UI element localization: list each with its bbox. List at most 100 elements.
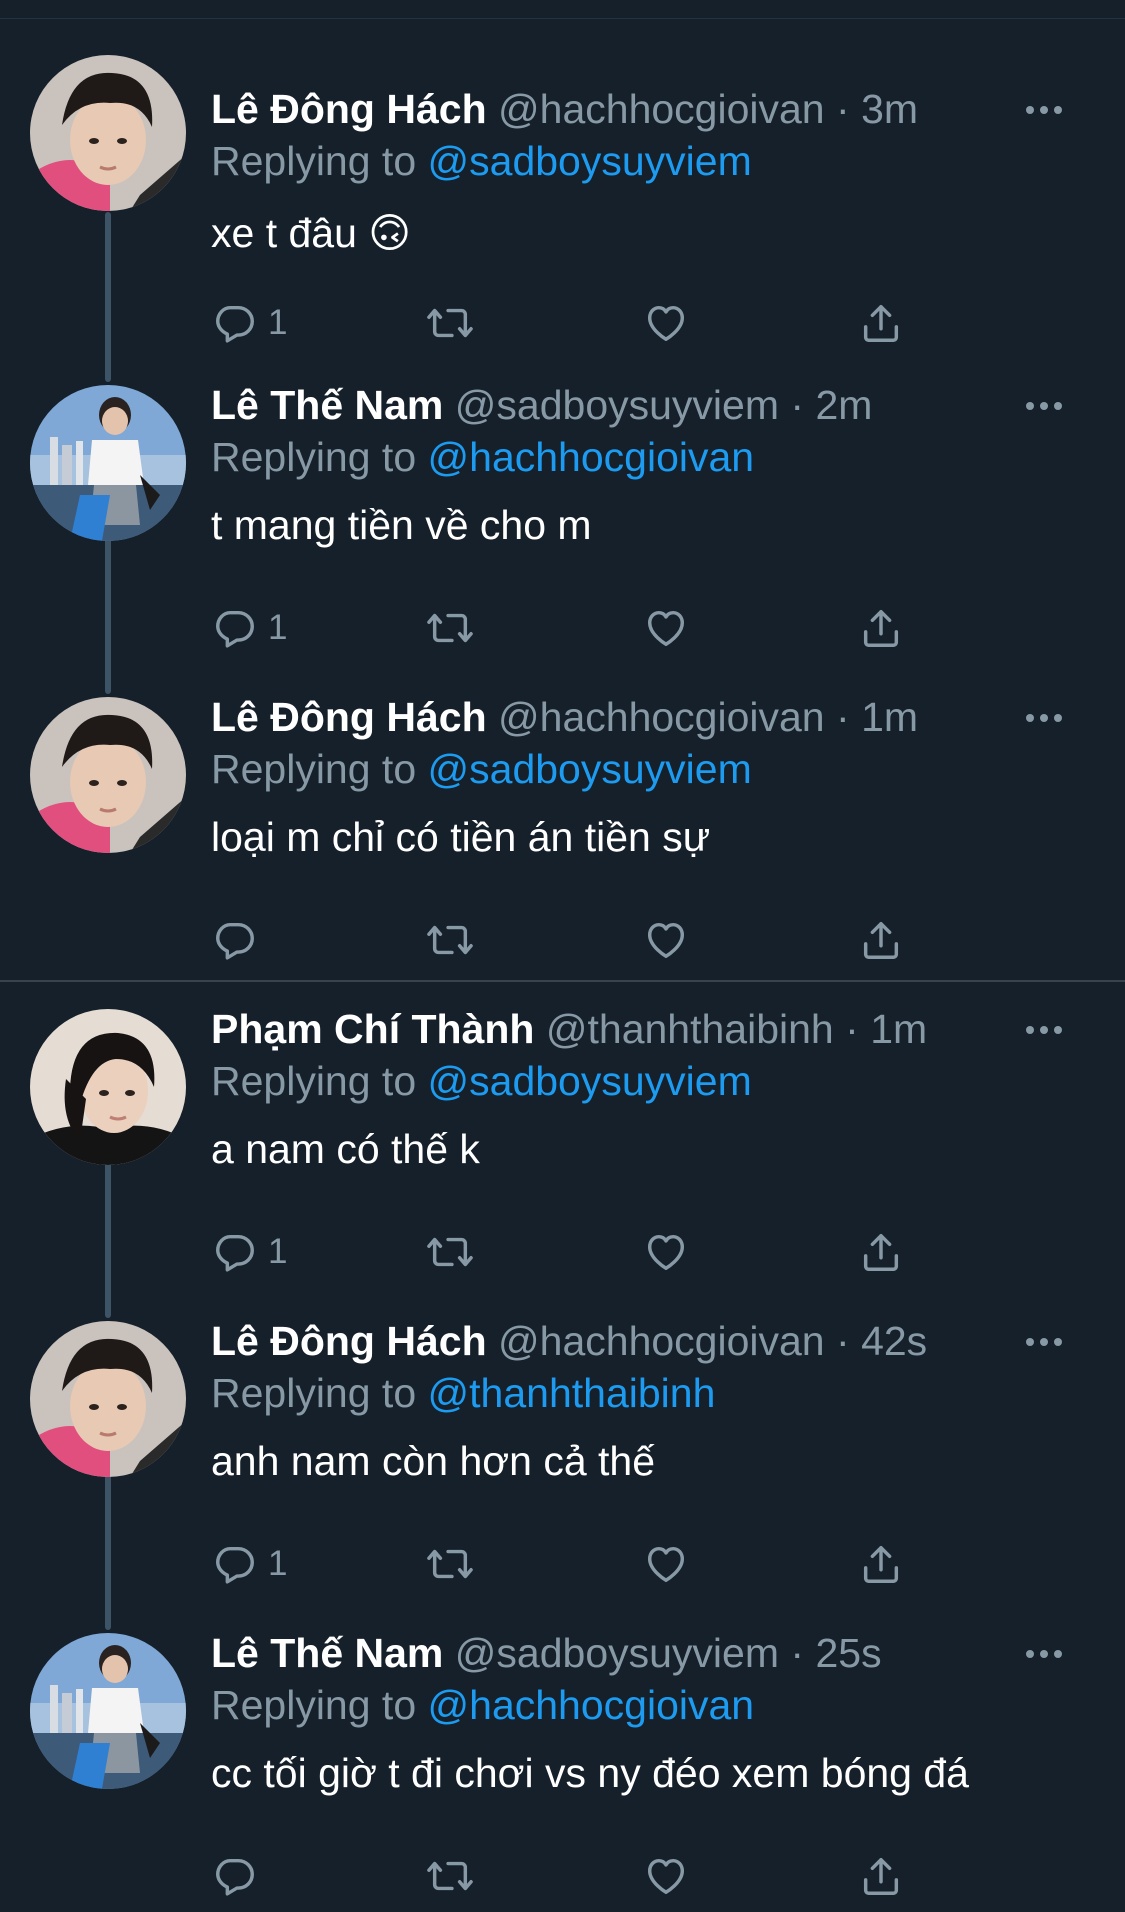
- timestamp[interactable]: 1m: [870, 1006, 927, 1052]
- more-horizontal-icon[interactable]: [1024, 1020, 1064, 1040]
- timestamp[interactable]: 3m: [861, 86, 918, 132]
- user-handle[interactable]: @hachhocgioivan: [498, 694, 825, 740]
- retweet-icon: [427, 613, 473, 643]
- tweet[interactable]: Lê Đông Hách @hachhocgioivan · 42s Reply…: [0, 1288, 1125, 1600]
- share-button[interactable]: [858, 912, 904, 968]
- display-name[interactable]: Lê Thế Nam: [211, 382, 443, 428]
- share-button[interactable]: [858, 600, 904, 656]
- share-icon: [863, 609, 899, 647]
- mention-link[interactable]: @hachhocgioivan: [428, 434, 755, 480]
- tweet-text: loại m chỉ có tiền án tiền sự: [211, 814, 711, 860]
- display-name[interactable]: Lê Thế Nam: [211, 1630, 443, 1676]
- mention-link[interactable]: @sadboysuyviem: [428, 138, 752, 184]
- retweet-button[interactable]: [424, 912, 476, 968]
- retweet-button[interactable]: [424, 1536, 476, 1592]
- tweet[interactable]: Lê Thế Nam @sadboysuyviem · 25s Replying…: [0, 1600, 1125, 1912]
- timestamp[interactable]: 25s: [815, 1630, 881, 1676]
- heart-icon: [647, 922, 685, 959]
- reply-count: 1: [268, 303, 288, 342]
- like-button[interactable]: [642, 1224, 690, 1280]
- tweet[interactable]: Lê Đông Hách @hachhocgioivan · 3m Replyi…: [0, 40, 1125, 352]
- replying-to: Replying to @sadboysuyviem: [211, 1056, 752, 1106]
- share-button[interactable]: [858, 295, 904, 351]
- replying-to: Replying to @thanhthaibinh: [211, 1368, 715, 1418]
- user-handle[interactable]: @thanhthaibinh: [546, 1006, 834, 1052]
- more-horizontal-icon[interactable]: [1024, 1332, 1064, 1352]
- display-name[interactable]: Lê Đông Hách: [211, 694, 487, 740]
- retweet-button[interactable]: [424, 1848, 476, 1904]
- heart-icon: [647, 1546, 685, 1583]
- reply-button[interactable]: 1: [212, 295, 287, 351]
- like-button[interactable]: [642, 1848, 690, 1904]
- avatar[interactable]: [30, 1009, 186, 1165]
- user-handle[interactable]: @sadboysuyviem: [455, 382, 779, 428]
- more-horizontal-icon[interactable]: [1024, 396, 1064, 416]
- reply-bubble-icon: [216, 1546, 254, 1584]
- tweet-header: Phạm Chí Thành @thanhthaibinh · 1m: [211, 1004, 927, 1054]
- tweet-header: Lê Đông Hách @hachhocgioivan · 1m: [211, 692, 918, 742]
- like-button[interactable]: [642, 912, 690, 968]
- avatar[interactable]: [30, 55, 186, 211]
- timestamp[interactable]: 42s: [861, 1318, 927, 1364]
- reply-button[interactable]: 1: [212, 600, 287, 656]
- reply-button[interactable]: 1: [212, 1224, 287, 1280]
- tweet-header: Lê Thế Nam @sadboysuyviem · 2m: [211, 380, 872, 430]
- reply-button[interactable]: 1: [212, 1536, 287, 1592]
- replying-to-label: Replying to: [211, 746, 417, 792]
- display-name[interactable]: Phạm Chí Thành: [211, 1006, 534, 1052]
- reply-bubble-icon: [216, 1858, 254, 1896]
- timestamp[interactable]: 1m: [861, 694, 918, 740]
- display-name[interactable]: Lê Đông Hách: [211, 86, 487, 132]
- tweet[interactable]: Phạm Chí Thành @thanhthaibinh · 1m Reply…: [0, 976, 1125, 1288]
- mention-link[interactable]: @sadboysuyviem: [428, 746, 752, 792]
- avatar[interactable]: [30, 1633, 186, 1789]
- user-handle[interactable]: @hachhocgioivan: [498, 86, 825, 132]
- retweet-icon: [427, 308, 473, 338]
- replying-to: Replying to @sadboysuyviem: [211, 136, 752, 186]
- tweet-text: xe t đâu 🙃: [211, 210, 412, 256]
- reply-bubble-icon: [216, 922, 254, 960]
- share-button[interactable]: [858, 1848, 904, 1904]
- avatar[interactable]: [30, 1321, 186, 1477]
- heart-icon: [647, 1234, 685, 1271]
- like-button[interactable]: [642, 600, 690, 656]
- heart-icon: [647, 610, 685, 647]
- reply-button[interactable]: [212, 1848, 268, 1904]
- tweet-text: cc tối giờ t đi chơi vs ny đéo xem bóng …: [211, 1750, 969, 1796]
- retweet-icon: [427, 925, 473, 955]
- heart-icon: [647, 305, 685, 342]
- share-button[interactable]: [858, 1224, 904, 1280]
- tweet-header: Lê Đông Hách @hachhocgioivan · 3m: [211, 84, 918, 134]
- like-button[interactable]: [642, 1536, 690, 1592]
- action-bar: 1: [0, 1536, 1125, 1592]
- replying-to: Replying to @hachhocgioivan: [211, 1680, 754, 1730]
- replying-to-label: Replying to: [211, 434, 417, 480]
- user-handle[interactable]: @hachhocgioivan: [498, 1318, 825, 1364]
- avatar[interactable]: [30, 697, 186, 853]
- display-name[interactable]: Lê Đông Hách: [211, 1318, 487, 1364]
- more-horizontal-icon[interactable]: [1024, 1644, 1064, 1664]
- user-handle[interactable]: @sadboysuyviem: [455, 1630, 779, 1676]
- retweet-icon: [427, 1861, 473, 1891]
- share-icon: [863, 921, 899, 959]
- retweet-button[interactable]: [424, 600, 476, 656]
- tweet[interactable]: Lê Thế Nam @sadboysuyviem · 2m Replying …: [0, 352, 1125, 664]
- mention-link[interactable]: @thanhthaibinh: [428, 1370, 716, 1416]
- tweet[interactable]: Lê Đông Hách @hachhocgioivan · 1m Replyi…: [0, 664, 1125, 976]
- share-button[interactable]: [858, 1536, 904, 1592]
- timestamp[interactable]: 2m: [815, 382, 872, 428]
- retweet-button[interactable]: [424, 1224, 476, 1280]
- action-bar: [0, 912, 1125, 968]
- reply-button[interactable]: [212, 912, 268, 968]
- tweet-text: anh nam còn hơn cả thế: [211, 1438, 656, 1484]
- more-horizontal-icon[interactable]: [1024, 708, 1064, 728]
- avatar[interactable]: [30, 385, 186, 541]
- mention-link[interactable]: @sadboysuyviem: [428, 1058, 752, 1104]
- mention-link[interactable]: @hachhocgioivan: [428, 1682, 755, 1728]
- retweet-button[interactable]: [424, 295, 476, 351]
- more-horizontal-icon[interactable]: [1024, 100, 1064, 120]
- like-button[interactable]: [642, 295, 690, 351]
- separator-dot: ·: [790, 382, 805, 428]
- action-bar: 1: [0, 1224, 1125, 1280]
- reply-count: 1: [268, 1544, 288, 1583]
